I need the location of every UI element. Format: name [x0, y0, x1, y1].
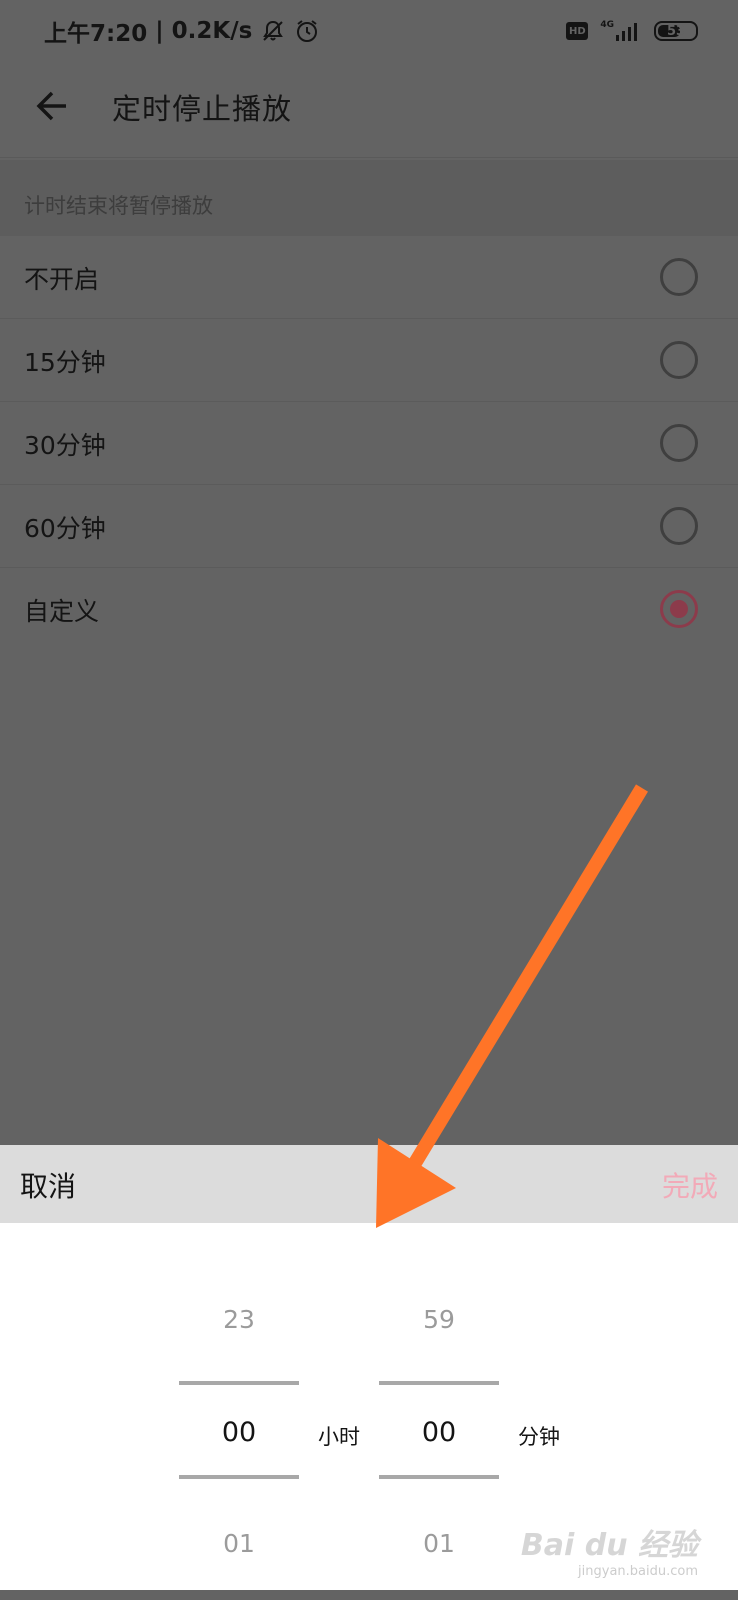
minute-unit-label: 分钟 — [518, 1425, 560, 1449]
hour-current[interactable]: 00 — [179, 1417, 299, 1448]
option-label: 15分钟 — [24, 348, 106, 377]
status-separator: | — [155, 18, 164, 44]
option-off[interactable]: 不开启 — [0, 236, 738, 319]
radio-button[interactable] — [660, 424, 698, 462]
section-hint: 计时结束将暂停播放 — [0, 160, 738, 236]
selection-line-top — [179, 1381, 299, 1385]
hour-next[interactable]: 01 — [179, 1529, 299, 1558]
section-hint-text: 计时结束将暂停播放 — [24, 194, 213, 218]
done-button[interactable]: 完成 — [662, 1165, 718, 1205]
radio-button[interactable] — [660, 341, 698, 379]
hd-icon: HD — [566, 22, 589, 40]
battery-icon: 53 — [654, 21, 698, 41]
selection-line-bottom — [179, 1475, 299, 1479]
network-type: 4G — [600, 20, 614, 30]
back-button[interactable] — [28, 82, 76, 130]
mute-icon — [260, 18, 286, 44]
baidu-watermark-url: jingyan.baidu.com — [578, 1564, 698, 1579]
app-header: 定时停止播放 — [0, 62, 738, 158]
option-list: 不开启 15分钟 30分钟 60分钟 自定义 — [0, 236, 738, 651]
bottom-strip — [0, 1590, 738, 1600]
page-title: 定时停止播放 — [112, 92, 293, 126]
signal-icon: 4G — [600, 21, 642, 41]
alarm-icon — [294, 18, 320, 44]
picker-toolbar: 取消 完成 — [0, 1145, 738, 1223]
status-right: HD 4G 53 — [566, 18, 698, 44]
cancel-button[interactable]: 取消 — [20, 1165, 76, 1205]
status-net-speed: 0.2K/s — [171, 18, 253, 44]
status-bar: 上午7:20 | 0.2K/s HD 4G 53 — [0, 0, 738, 62]
arrow-left-icon — [36, 91, 66, 121]
minute-current[interactable]: 00 — [379, 1417, 499, 1448]
hour-wheel[interactable]: 23 00 01 — [179, 1223, 299, 1600]
option-30-min[interactable]: 30分钟 — [0, 402, 738, 485]
minute-next[interactable]: 01 — [379, 1529, 499, 1558]
radio-button-selected[interactable] — [660, 590, 698, 628]
option-label: 不开启 — [24, 265, 100, 294]
option-label: 自定义 — [24, 597, 100, 626]
option-60-min[interactable]: 60分钟 — [0, 485, 738, 568]
battery-level: 53 — [666, 23, 686, 39]
selection-line-top — [379, 1381, 499, 1385]
option-label: 30分钟 — [24, 431, 106, 460]
radio-button[interactable] — [660, 507, 698, 545]
status-time: 上午7:20 — [44, 21, 148, 47]
option-15-min[interactable]: 15分钟 — [0, 319, 738, 402]
minute-prev[interactable]: 59 — [379, 1305, 499, 1334]
hour-unit-label: 小时 — [318, 1425, 360, 1449]
baidu-watermark: Bai du 经验 — [520, 1528, 698, 1563]
minute-wheel[interactable]: 59 00 01 — [379, 1223, 499, 1600]
option-custom[interactable]: 自定义 — [0, 568, 738, 651]
selection-line-bottom — [379, 1475, 499, 1479]
hour-prev[interactable]: 23 — [179, 1305, 299, 1334]
status-left: 上午7:20 | 0.2K/s — [44, 16, 320, 47]
radio-button[interactable] — [660, 258, 698, 296]
option-label: 60分钟 — [24, 514, 106, 543]
